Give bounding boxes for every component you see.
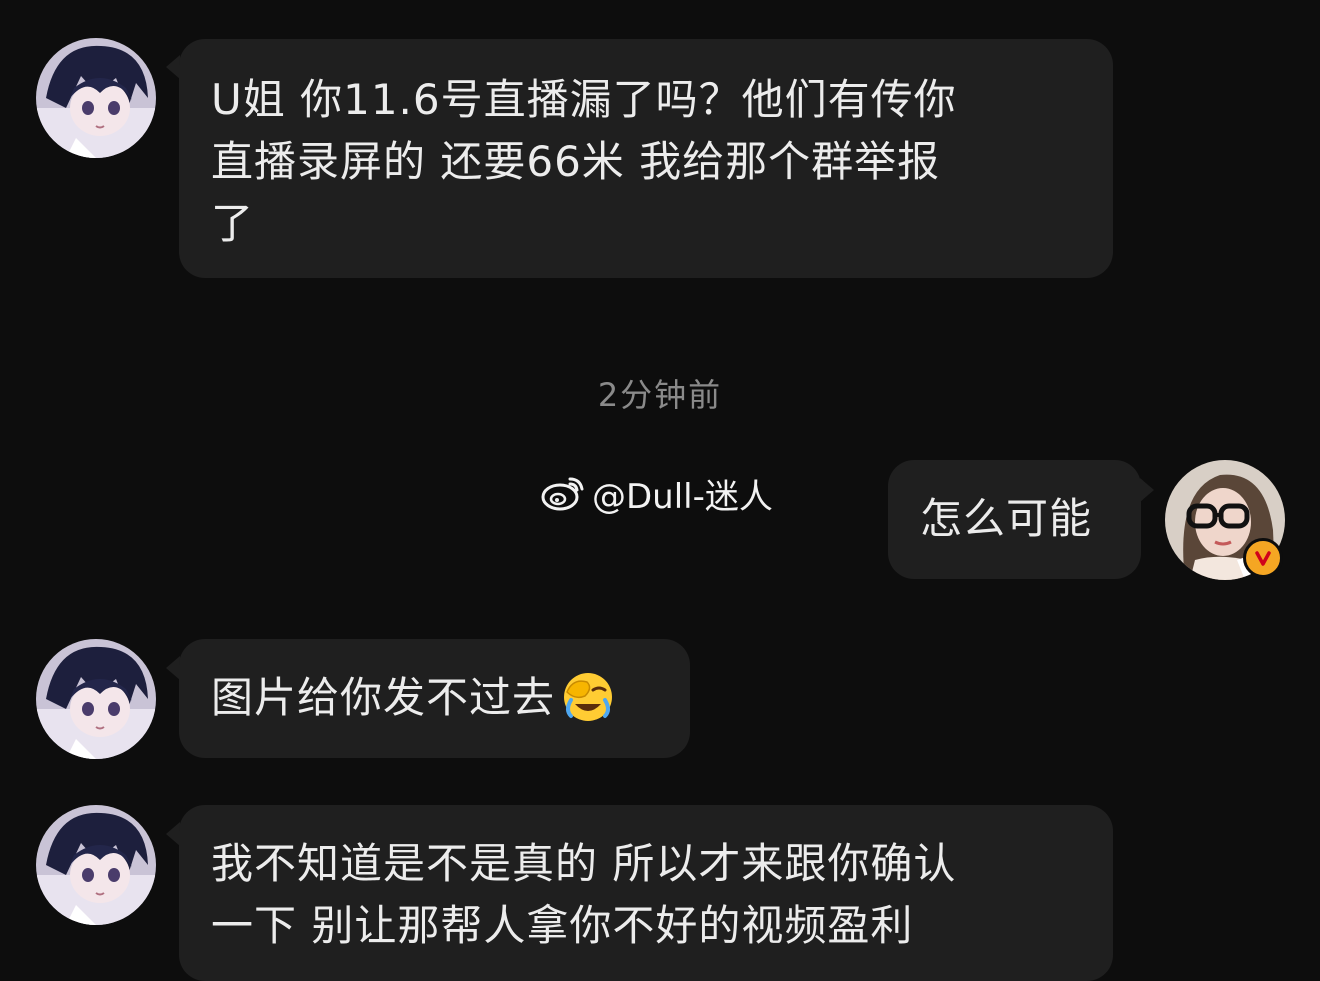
anime-avatar-icon [36,38,156,158]
anime-avatar-icon [36,805,156,925]
message-bubble-4[interactable]: 我不知道是不是真的 所以才来跟你确认 一下 别让那帮人拿你不好的视频盈利 [179,805,1113,981]
watermark-text: @Dull-迷人 [592,476,773,517]
message-text-line: U姐 你11.6号直播漏了吗？他们有传你 [211,75,957,124]
message-bubble-3[interactable]: 图片给你发不过去 [179,639,690,758]
watermark: @Dull-迷人 [540,470,773,517]
timestamp: 2分钟前 [597,376,723,414]
avatar-other[interactable] [36,38,156,158]
message-bubble-1[interactable]: U姐 你11.6号直播漏了吗？他们有传你 直播录屏的 还要66米 我给那个群举报… [179,39,1113,278]
avatar-other[interactable] [36,805,156,925]
anime-avatar-icon [36,639,156,759]
facepalm-laughing-emoji-icon [564,672,613,721]
message-text-line: 直播录屏的 还要66米 我给那个群举报 [211,137,941,186]
message-bubble-2[interactable]: 怎么可能 [888,460,1141,579]
message-text: 图片给你发不过去 [211,673,556,722]
weibo-logo-icon [541,477,584,511]
message-text-line: 了 [211,199,255,248]
verified-badge-icon [1243,538,1283,578]
message-text: 怎么可能 [920,494,1093,543]
message-text-line: 一下 别让那帮人拿你不好的视频盈利 [211,901,914,950]
avatar-other[interactable] [36,639,156,759]
message-text-line: 我不知道是不是真的 所以才来跟你确认 [211,839,957,888]
